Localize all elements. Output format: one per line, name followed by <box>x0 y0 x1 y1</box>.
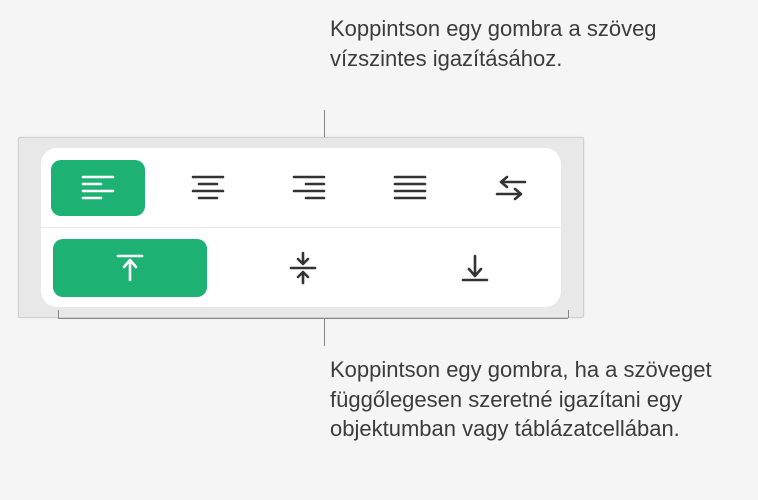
align-center-button[interactable] <box>191 174 225 202</box>
callout-line <box>324 318 325 346</box>
align-middle-icon <box>288 251 318 285</box>
align-justify-button[interactable] <box>393 174 427 202</box>
callout-line <box>58 318 568 319</box>
align-center-icon <box>191 174 225 202</box>
align-justify-icon <box>393 174 427 202</box>
callout-vertical: Koppintson egy gombra, ha a szöveget füg… <box>330 355 758 444</box>
text-direction-icon <box>493 174 529 202</box>
callout-line <box>568 310 569 318</box>
callout-line <box>58 310 59 318</box>
align-right-icon <box>292 174 326 202</box>
align-right-button[interactable] <box>292 174 326 202</box>
align-top-button[interactable] <box>53 239 207 297</box>
alignment-panel <box>18 137 584 318</box>
horizontal-alignment-row <box>41 148 561 228</box>
callout-line <box>324 110 325 137</box>
text-direction-button[interactable] <box>493 174 529 202</box>
callout-horizontal: Koppintson egy gombra a szöveg vízszinte… <box>330 14 758 73</box>
align-left-icon <box>81 174 115 202</box>
align-top-icon <box>115 252 145 284</box>
align-bottom-icon <box>460 252 490 284</box>
align-left-button[interactable] <box>51 160 145 216</box>
align-middle-button[interactable] <box>288 251 318 285</box>
alignment-inner <box>41 148 561 307</box>
align-bottom-button[interactable] <box>460 252 490 284</box>
vertical-alignment-row <box>41 228 561 307</box>
